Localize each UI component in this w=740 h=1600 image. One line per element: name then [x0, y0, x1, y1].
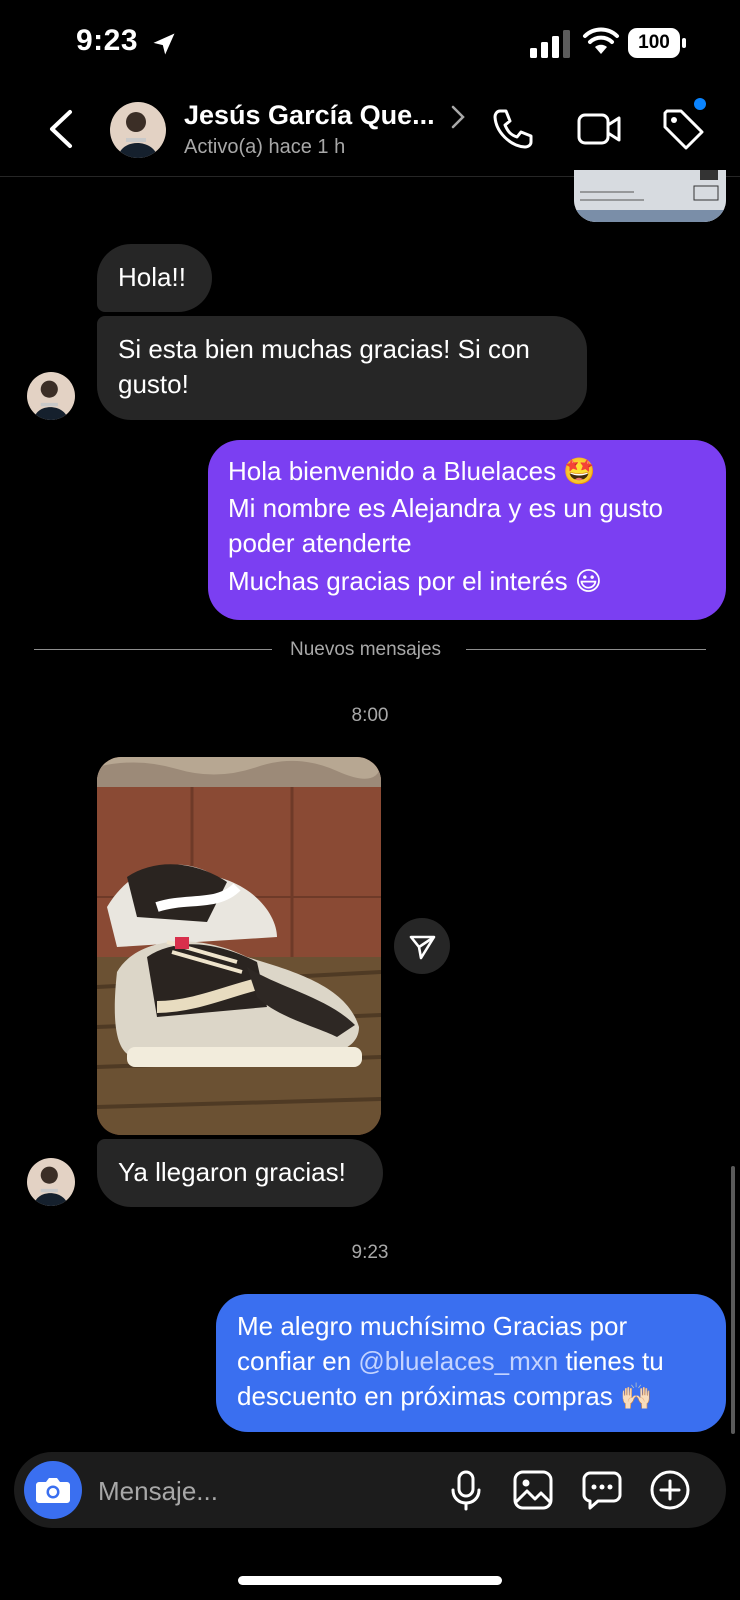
chevron-right-icon[interactable]: [450, 104, 466, 130]
sticker-icon[interactable]: [580, 1468, 624, 1512]
message-text-line: poder atenderte: [228, 528, 412, 558]
message-text-line: Muchas gracias por el interés 😃: [228, 566, 602, 596]
message-text: Ya llegaron gracias!: [118, 1157, 346, 1187]
send-icon: [409, 935, 436, 960]
tag-icon[interactable]: [660, 106, 706, 152]
wifi-icon: [583, 27, 619, 54]
message-text-line: descuento en próximas compras 🙌🏻: [237, 1381, 653, 1411]
timestamp: 9:23: [351, 1242, 389, 1263]
message-text-line: Me alegro muchísimo Gracias por: [237, 1311, 628, 1341]
previous-image-attachment[interactable]: [574, 170, 726, 222]
contact-name[interactable]: Jesús García Que...: [184, 100, 435, 131]
timestamp: 8:00: [351, 705, 389, 726]
message-text-line: Si esta bien muchas gracias! Si con: [118, 334, 530, 364]
back-icon[interactable]: [46, 108, 76, 150]
message-bubble-incoming[interactable]: Si esta bien muchas gracias! Si con gust…: [97, 316, 587, 420]
video-icon[interactable]: [576, 106, 622, 152]
battery-icon: 100: [628, 28, 686, 58]
message-text-segment: confiar en: [237, 1346, 359, 1376]
gallery-icon[interactable]: [511, 1468, 555, 1512]
message-bubble-outgoing[interactable]: Hola bienvenido a Bluelaces 🤩 Mi nombre …: [208, 440, 726, 620]
message-bubble-outgoing[interactable]: Me alegro muchísimo Gracias por confiar …: [216, 1294, 726, 1432]
sender-avatar[interactable]: [27, 372, 75, 420]
camera-button[interactable]: [24, 1461, 82, 1519]
contact-avatar[interactable]: [110, 102, 166, 158]
microphone-icon[interactable]: [444, 1468, 488, 1512]
mention-link[interactable]: @bluelaces_mxn: [358, 1346, 558, 1376]
message-text-line: gusto!: [118, 369, 189, 399]
status-time: 9:23: [76, 24, 139, 57]
message-text: Hola!!: [118, 262, 186, 292]
plus-icon[interactable]: [648, 1468, 692, 1512]
phone-icon[interactable]: [490, 106, 536, 152]
divider-line-right: [466, 649, 706, 650]
shared-photo[interactable]: [97, 757, 381, 1135]
camera-icon: [36, 1478, 70, 1503]
sender-avatar[interactable]: [27, 1158, 75, 1206]
contact-status: Activo(a) hace 1 h: [184, 136, 346, 158]
message-bubble-incoming[interactable]: Ya llegaron gracias!: [97, 1139, 383, 1207]
location-arrow-icon: [153, 33, 175, 55]
notification-dot: [694, 98, 706, 110]
new-messages-label: Nuevos mensajes: [290, 639, 442, 660]
message-bubble-incoming[interactable]: Hola!!: [97, 244, 212, 312]
battery-level: 100: [638, 32, 670, 53]
message-input[interactable]: [96, 1470, 420, 1512]
message-text-segment: tienes tu: [558, 1346, 664, 1376]
share-button[interactable]: [394, 918, 450, 974]
message-text-line: Hola bienvenido a Bluelaces 🤩: [228, 456, 596, 486]
scrollbar[interactable]: [731, 1166, 735, 1434]
signal-icon: [530, 30, 570, 58]
message-text-line: Mi nombre es Alejandra y es un gusto: [228, 493, 664, 523]
message-text-line: confiar en @bluelaces_mxn tienes tu: [237, 1344, 664, 1379]
divider-line-left: [34, 649, 272, 650]
home-indicator: [238, 1576, 502, 1585]
